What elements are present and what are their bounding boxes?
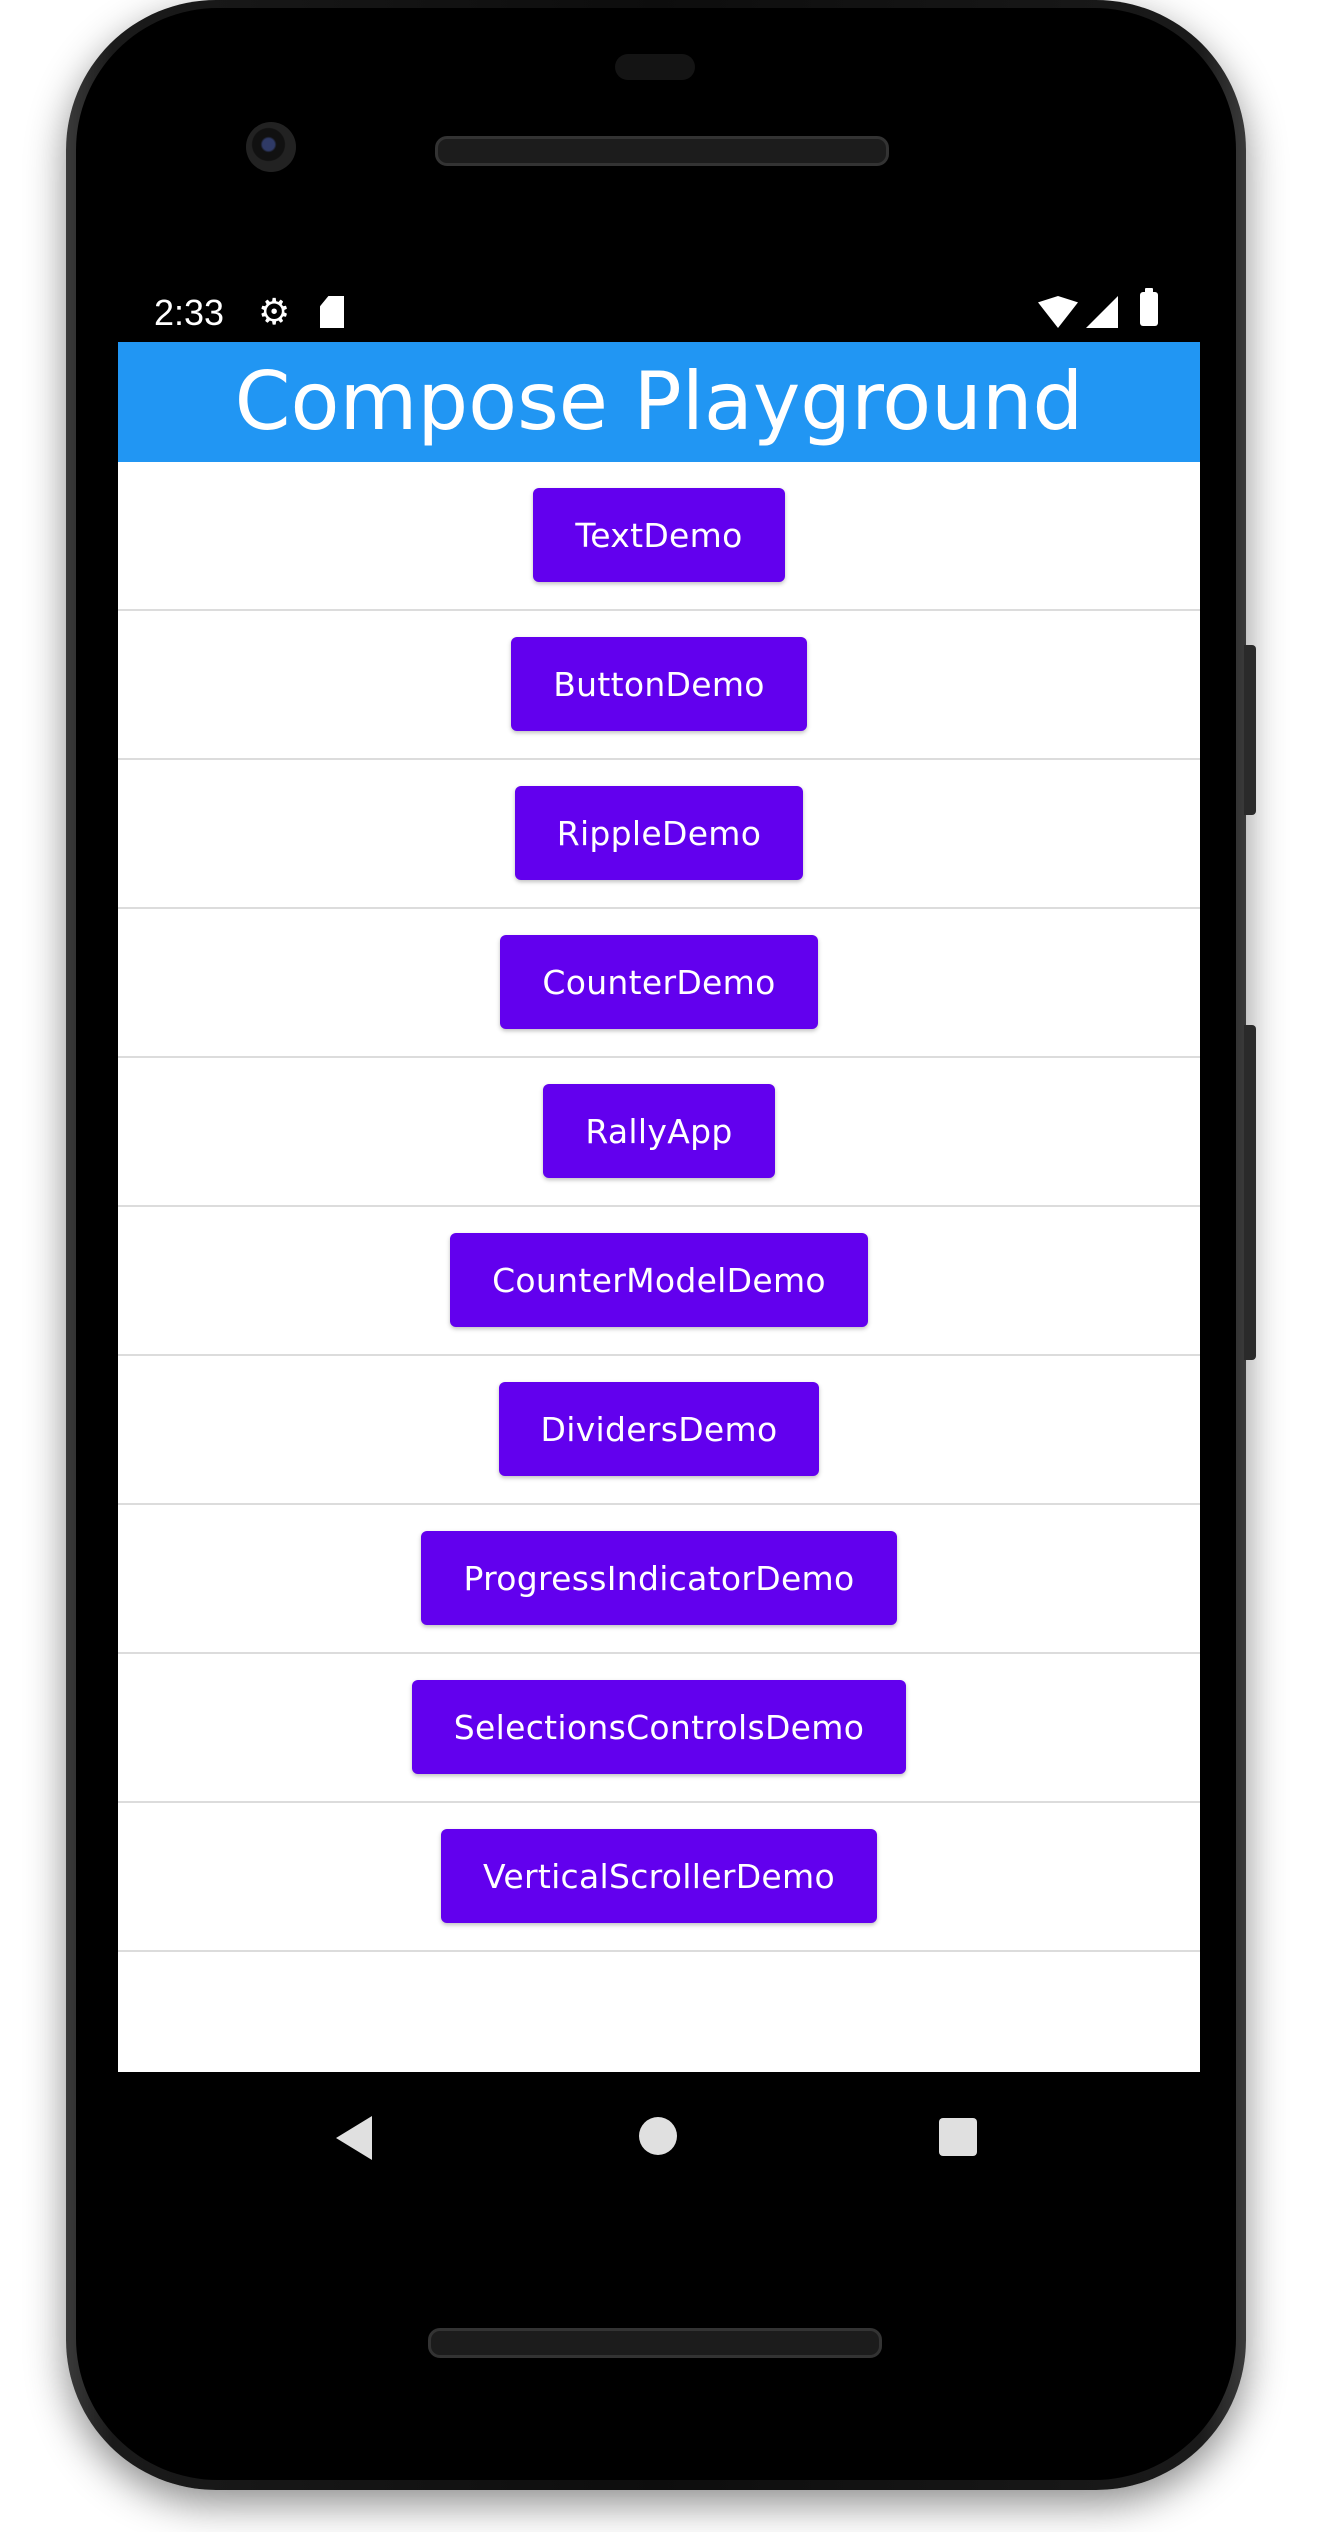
bottom-speaker [428, 2328, 882, 2358]
app-title: Compose Playground [234, 355, 1084, 448]
button-demo-button[interactable]: ButtonDemo [511, 637, 807, 731]
list-item: DividersDemo [118, 1356, 1200, 1505]
top-app-bar: Compose Playground [118, 342, 1200, 462]
home-icon[interactable] [639, 2117, 677, 2155]
list-item: SelectionsControlsDemo [118, 1654, 1200, 1803]
navigation-bar [118, 2072, 1200, 2202]
progress-indicator-demo-button[interactable]: ProgressIndicatorDemo [421, 1531, 897, 1625]
app-screen: Compose Playground TextDemo ButtonDemo R… [118, 342, 1200, 2072]
list-item: RippleDemo [118, 760, 1200, 909]
status-time: 2:33 [154, 292, 225, 333]
recents-icon[interactable] [939, 2118, 977, 2156]
list-item: ButtonDemo [118, 611, 1200, 760]
gear-icon: ⚙ [258, 291, 291, 332]
power-button [1244, 645, 1256, 815]
counter-demo-button[interactable]: CounterDemo [500, 935, 818, 1029]
back-icon[interactable] [336, 2116, 372, 2160]
earpiece-speaker [435, 136, 889, 166]
demo-list[interactable]: TextDemo ButtonDemo RippleDemo CounterDe… [118, 462, 1200, 1952]
list-item: CounterModelDemo [118, 1207, 1200, 1356]
sd-card-icon [320, 296, 344, 328]
list-item: CounterDemo [118, 909, 1200, 1058]
dividers-demo-button[interactable]: DividersDemo [498, 1382, 820, 1476]
list-item: VerticalScrollerDemo [118, 1803, 1200, 1952]
counter-model-demo-button[interactable]: CounterModelDemo [450, 1233, 868, 1327]
volume-rocker [1244, 1025, 1256, 1360]
rally-app-button[interactable]: RallyApp [543, 1084, 775, 1178]
text-demo-button[interactable]: TextDemo [533, 488, 785, 582]
battery-icon [1140, 288, 1158, 326]
proximity-sensor [615, 54, 695, 80]
vertical-scroller-demo-button[interactable]: VerticalScrollerDemo [441, 1829, 877, 1923]
list-item: RallyApp [118, 1058, 1200, 1207]
list-item: TextDemo [118, 462, 1200, 611]
list-item: ProgressIndicatorDemo [118, 1505, 1200, 1654]
selections-controls-demo-button[interactable]: SelectionsControlsDemo [411, 1680, 907, 1774]
signal-icon [1086, 296, 1118, 328]
wifi-icon [1038, 296, 1078, 328]
front-camera-icon [246, 122, 296, 172]
status-bar: 2:33 ⚙ [118, 282, 1200, 342]
ripple-demo-button[interactable]: RippleDemo [514, 786, 804, 880]
